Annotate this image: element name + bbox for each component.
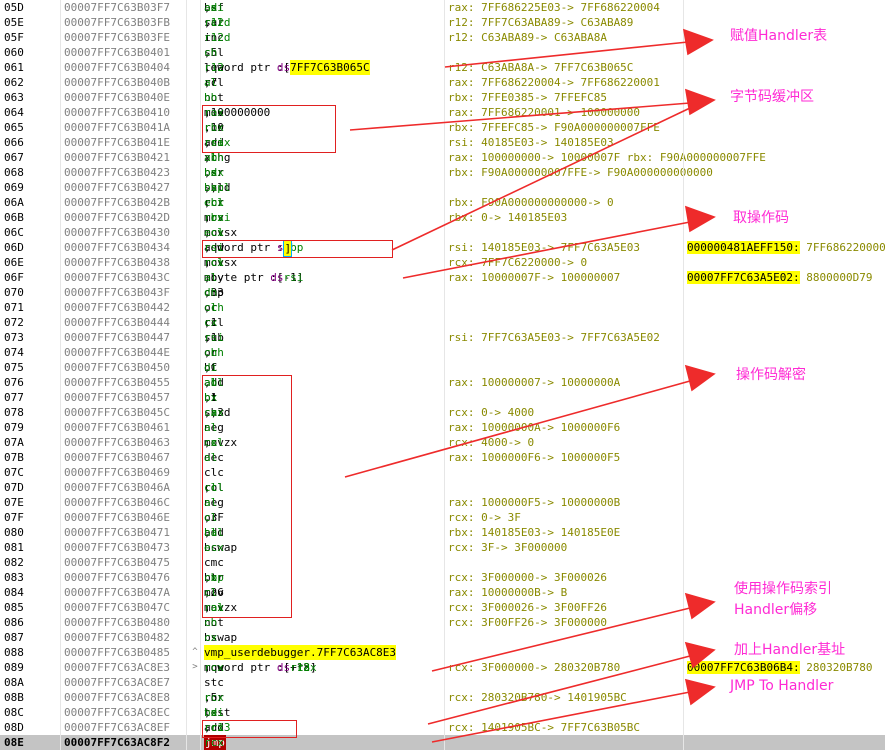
annotation-handler-base: 加上Handler基址: [734, 642, 846, 658]
arrow-head: [682, 28, 714, 56]
annotation-fetch-opcode: 取操作码: [733, 210, 789, 226]
annotation-handler-table: 赋值Handler表: [730, 28, 828, 44]
arrow-handler-table: [444, 41, 689, 68]
annotation-index-handler: 使用操作码索引: [734, 581, 832, 597]
annotation-handler-offset: Handler偏移: [734, 602, 818, 618]
annotation-decrypt-opcode: 操作码解密: [736, 367, 806, 383]
annotation-jmp-handler: JMP To Handler: [730, 678, 834, 694]
arrow-bytecode: [349, 102, 691, 131]
annotation-bytecode-buffer: 字节码缓冲区: [730, 89, 814, 105]
